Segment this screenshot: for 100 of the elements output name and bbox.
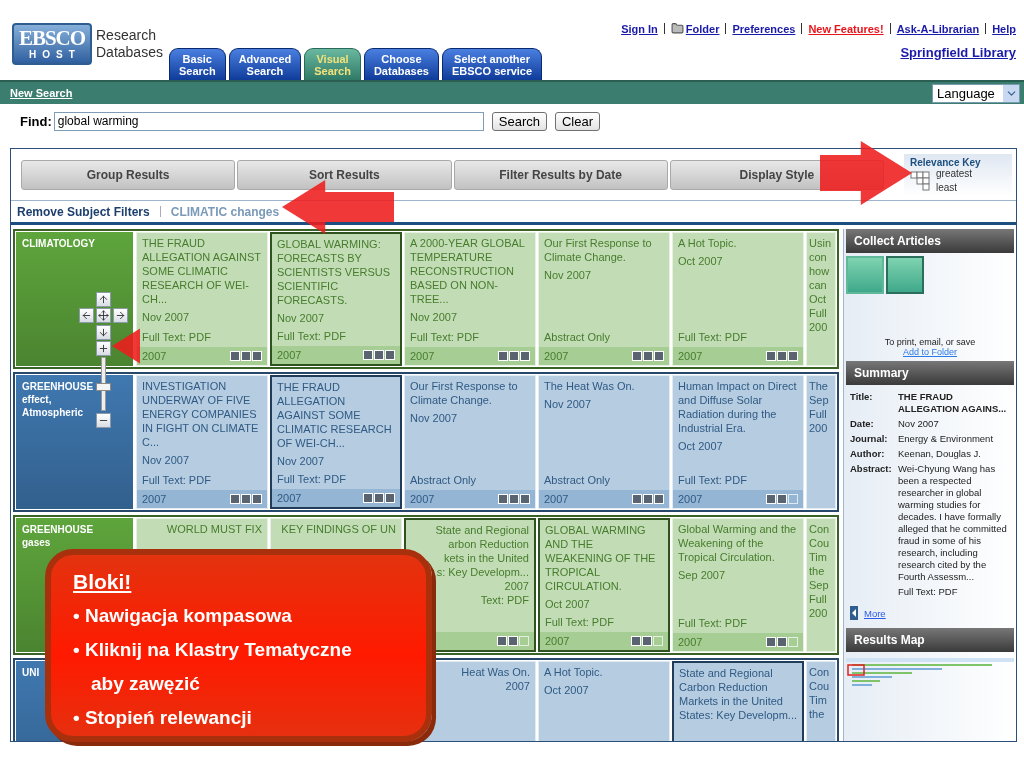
article-year: 2007 — [142, 492, 167, 506]
search-tab[interactable]: Basic Search — [168, 48, 226, 80]
new-search-link[interactable]: New Search — [10, 87, 73, 99]
field-label: Date: — [850, 418, 875, 430]
toolbar-button[interactable]: Filter Results by Date — [453, 160, 668, 190]
form-button[interactable]: Clear — [554, 111, 601, 131]
article-card[interactable]: INVESTIGATION UNDERWAY OF FIVE ENERGY COMPANIES IN FIGHT ON CLIMATE C... Nov 2007 Full Text: PDF 2007 — [136, 375, 268, 509]
search-tab[interactable]: Select another EBSCO service — [441, 48, 543, 80]
article-card[interactable]: GLOBAL WARMING: FORECASTS BY SCIENTISTS VERSUS SCIENTIFIC FORECASTS. Nov 2007 Full Text: PDF 2007 — [270, 232, 402, 366]
remove-filters-link[interactable]: Remove Subject Filters — [17, 204, 150, 219]
article-card[interactable]: A 2000-YEAR GLOBAL TEMPERATURE RECONSTRUCTION BASED ON NON-TREE... Nov 2007 Full Text: PDF 2007 — [404, 232, 536, 366]
card-text: Heat Was On. — [460, 665, 530, 679]
full-text-label: Full Text: PDF — [545, 615, 615, 629]
field-value: Energy & Environment — [898, 433, 995, 445]
article-card[interactable]: Our First Response to Climate Change. Nov 2007 Abstract Only 2007 — [538, 232, 670, 366]
article-card[interactable]: THE FRAUD ALLEGATION AGAINST SOME CLIMATIC RESEARCH OF WEI-CH... Nov 2007 Full Text: PDF 2007 — [136, 232, 268, 366]
toolbar-button[interactable]: Sort Results — [237, 160, 452, 190]
article-card[interactable]: A Hot Topic. Oct 2007 Full Text: PDF 2007 — [672, 232, 804, 366]
article-card[interactable]: The Sep Full 200 — [806, 375, 836, 509]
form-button[interactable]: Search — [491, 111, 547, 131]
card-text: Sep — [809, 393, 830, 407]
logo-text: EBSCO — [18, 28, 86, 49]
library-link[interactable]: Springfield Library — [900, 45, 1016, 60]
card-text: KEY FINDINGS OF UN — [280, 522, 396, 536]
article-year: 2007 — [678, 492, 703, 506]
article-card[interactable]: Human Impact on Direct and Diffuse Solar Radiation during the Industrial Era. Oct 2007 Full Text: PDF 2007 — [672, 375, 804, 509]
article-date: Oct 2007 — [545, 597, 591, 611]
card-text: the — [809, 707, 826, 721]
article-title: THE FRAUD ALLEGATION AGAINST SOME CLIMATIC RESEARCH OF WEI-CH... — [142, 236, 262, 306]
toolbar-button[interactable]: Group Results — [21, 160, 236, 190]
search-tab[interactable]: Advanced Search — [228, 48, 302, 80]
article-year: 2007 — [142, 349, 167, 363]
card-text: Oct — [809, 292, 828, 306]
article-title: GLOBAL WARMING AND THE WEAKENING OF THE TROPICAL CIRCULATION. — [545, 523, 657, 593]
header-link[interactable]: Sign In — [621, 22, 658, 35]
article-card[interactable]: GLOBAL WARMING AND THE WEAKENING OF THE TROPICAL CIRCULATION. Oct 2007 Full Text: PDF 2007 — [538, 518, 670, 652]
article-date: Nov 2007 — [544, 397, 593, 411]
more-link[interactable]: More — [864, 607, 886, 619]
header-link[interactable]: New Features! — [808, 22, 884, 35]
article-card[interactable]: Con Cou Tim the Sep Full 200 — [806, 518, 836, 652]
article-card[interactable]: Global Warming and the Weakening of the Tropical Circulation. Sep 2007 Full Text: PDF 2007 — [672, 518, 804, 652]
cluster-label: GREENHOUSE gases — [22, 523, 95, 549]
header-link[interactable]: Help — [992, 22, 1016, 35]
full-text-label: Full Text: PDF — [142, 473, 212, 487]
card-text: State and Regional — [434, 523, 529, 537]
header-link[interactable]: Ask-A-Librarian — [896, 22, 980, 35]
article-title: Our First Response to Climate Change. — [410, 379, 519, 407]
search-tab[interactable]: Visual Search — [304, 48, 361, 80]
add-to-folder-link[interactable]: Add to Folder — [844, 347, 1016, 357]
brand-text: Research — [96, 27, 157, 44]
card-text: Tim — [809, 693, 828, 707]
subject-filter[interactable]: CLIMATIC changes — [170, 204, 280, 219]
search-field[interactable]: global warming — [53, 111, 484, 131]
article-title: The Heat Was On. — [544, 379, 636, 393]
header-link[interactable]: Folder — [685, 22, 720, 35]
callout-title: Bloki! — [73, 569, 133, 595]
card-text: Full — [809, 407, 828, 421]
article-card[interactable]: THE FRAUD ALLEGATION AGAINST SOME CLIMATIC RESEARCH OF WEI-CH... Nov 2007 Full Text: PDF 2007 — [270, 375, 402, 509]
full-text-label: Full Text: PDF — [678, 473, 748, 487]
card-text: 200 — [809, 421, 829, 435]
article-card[interactable]: Usin con how can Oct Full 200 — [806, 232, 836, 366]
article-card[interactable]: The Heat Was On. Nov 2007 Abstract Only 2007 — [538, 375, 670, 509]
search-tab[interactable]: Choose Databases — [363, 48, 439, 80]
card-text: the — [809, 564, 826, 578]
field-value: Nov 2007 — [898, 418, 940, 430]
card-text: 2007 — [503, 579, 529, 593]
article-date: Nov 2007 — [277, 454, 326, 468]
brand-text: Databases — [96, 44, 163, 61]
article-title: THE FRAUD ALLEGATION AGAINST SOME CLIMATIC RESEARCH OF WEI-CH... — [277, 380, 393, 450]
article-title: A Hot Topic. — [678, 236, 738, 250]
field-label: Abstract: — [850, 463, 893, 476]
article-card[interactable]: A Hot Topic. Oct 2007 — [538, 661, 670, 741]
article-title: GLOBAL WARMING: FORECASTS BY SCIENTISTS VERSUS SCIENTIFIC FORECASTS. — [277, 237, 392, 307]
article-date: Nov 2007 — [142, 310, 191, 324]
section-header: Collect Articles — [846, 229, 1014, 253]
field-value: Wei-Chyung Wang has been a respected researcher in global warming studies for decades. I have formally alleged that he committed fraud in some of his research, including research cited by the Fourth Assessm... — [898, 463, 1008, 583]
article-title: State and Regional Carbon Reduction Markets in the United States: Key Developm... — [679, 666, 797, 722]
article-title: Our First Response to Climate Change. — [544, 236, 653, 264]
language-select[interactable]: Language — [932, 83, 1020, 103]
article-year: 2007 — [410, 492, 435, 506]
field-label: Journal: — [850, 433, 889, 445]
article-year: 2007 — [678, 635, 703, 649]
article-card[interactable]: Our First Response to Climate Change. Nov 2007 Abstract Only 2007 — [404, 375, 536, 509]
card-text: Cou — [809, 536, 831, 550]
section-header: Summary — [846, 361, 1014, 385]
article-card[interactable]: Con Cou Tim the — [806, 661, 836, 741]
article-title: Human Impact on Direct and Diffuse Solar Radiation during the Industrial Era. — [678, 379, 798, 435]
full-text-label: Full Text: PDF — [678, 616, 748, 630]
section-header: Results Map — [846, 628, 1014, 652]
article-card[interactable]: State and Regional Carbon Reduction Markets in the United States: Key Developm... — [672, 661, 804, 741]
full-text-label: Full Text: PDF — [277, 472, 347, 486]
article-year: 2007 — [544, 492, 569, 506]
article-date: Oct 2007 — [544, 683, 590, 697]
cluster-header[interactable]: GREENHOUSE effect, Atmospheric — [16, 375, 133, 509]
article-year: 2007 — [678, 349, 703, 363]
card-text: Con — [809, 522, 831, 536]
article-title: INVESTIGATION UNDERWAY OF FIVE ENERGY COMPANIES IN FIGHT ON CLIMATE C... — [142, 379, 260, 449]
article-date: Oct 2007 — [678, 439, 724, 453]
header-link[interactable]: Preferences — [732, 22, 796, 35]
full-text-label: Full Text: PDF — [678, 330, 748, 344]
